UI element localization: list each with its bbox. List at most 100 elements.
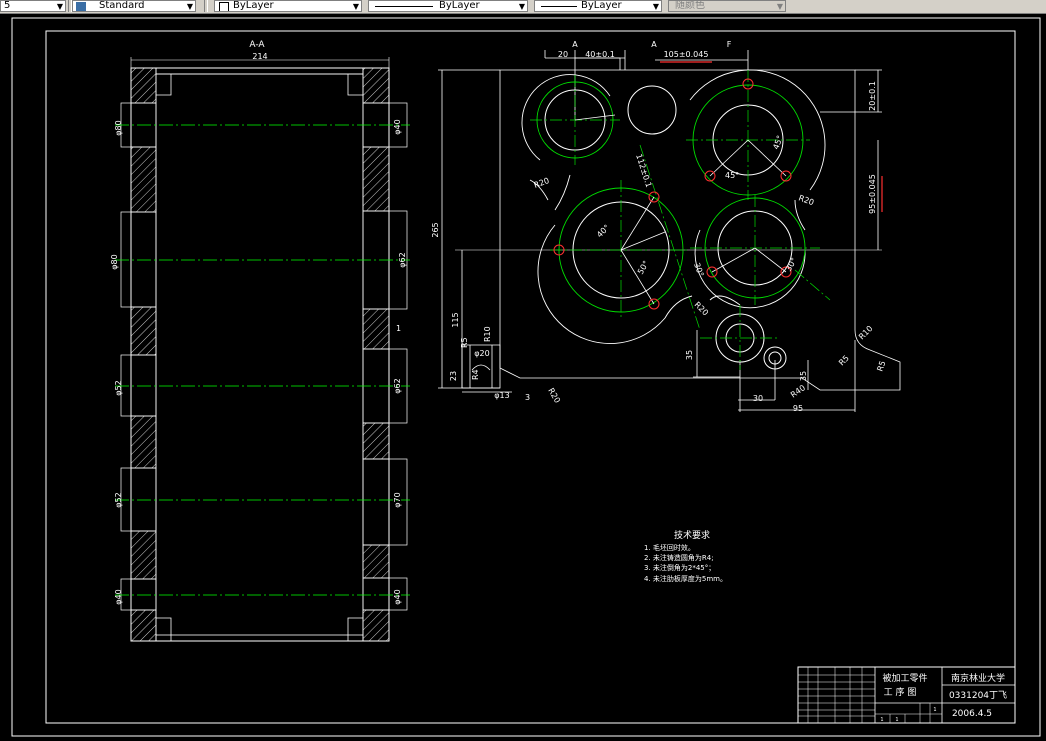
right-small-dim: 1 [396,324,401,333]
tech-req-item: 1. 毛坯回时效。 [644,543,695,552]
text-style-dropdown[interactable]: Standard ▼ [72,0,196,12]
bottom-dim: 30 [753,394,763,403]
section-width-dim: 214 [252,52,267,61]
right-vert-dim: 20±0.1 [868,81,877,111]
angle-label: 30° [784,256,799,273]
student-id: 0331204丁飞 [949,690,1007,701]
bolt-holes [553,78,792,310]
angle-label: 45° [771,134,784,150]
section-view-aa: A-A 214 φ80 φ80 φ52 φ52 φ40 φ40 φ62 φ62 … [110,40,410,642]
properties-toolbar: 5 ▼ Standard ▼ ByLayer ▼ ByLayer ▼ ByLay… [0,0,1046,14]
text-style-icon [76,2,86,11]
radius-label: R20 [533,176,551,190]
top-dim: 105±0.045 [664,50,709,59]
plot-style-dropdown[interactable]: 随颜色 ▼ [668,0,786,12]
right-dim: φ70 [393,492,402,507]
title-small-cell: 1 [933,707,936,713]
radius-label: R5 [837,354,851,368]
drawing-frame [45,30,1016,724]
color-dropdown[interactable]: ByLayer ▼ [214,0,362,12]
left-vert-dim: 23 [449,371,458,381]
section-letter: A [572,40,578,49]
top-dim: 40±0.1 [585,50,615,59]
radius-label: R20 [797,193,815,207]
chevron-down-icon: ▼ [352,2,359,11]
title-small-cell: 1 [895,717,898,723]
first-dropdown-value: 5 [4,0,11,11]
left-vert-dim: 35 [685,350,694,360]
lineweight-value: ByLayer [581,0,622,11]
tech-req-item: 3. 未注倒角为2*45°； [644,563,715,572]
tech-requirements: 技术要求 1. 毛坯回时效。 2. 未注铸造圆角为R4; 3. 未注倒角为2*4… [644,529,727,583]
toolbar-separator [204,0,208,12]
chevron-down-icon: ▼ [186,2,193,11]
drawing-svg: A-A 214 φ80 φ80 φ52 φ52 φ40 φ40 φ62 φ62 … [11,17,1041,737]
diag-dim: 112±0.1 [634,153,653,189]
lineweight-dropdown[interactable]: ByLayer ▼ [534,0,662,12]
tech-req-title: 技术要求 [674,529,710,541]
part-name: 被加工零件 [882,672,927,684]
bore-circles [544,85,793,370]
radius-label: R20 [546,387,562,405]
front-view [438,50,901,412]
left-dim: φ40 [114,589,123,604]
detail-dim: R4 [471,369,480,380]
chevron-down-icon: ▼ [518,2,525,11]
pitch-circles [536,81,806,313]
drawing-type: 工 序 图 [884,686,917,698]
center-lines [530,70,831,370]
linetype-dropdown[interactable]: ByLayer ▼ [368,0,528,12]
right-dim: φ62 [398,252,407,267]
angle-label: 45° [725,171,739,180]
bottom-dim: 3 [525,393,530,402]
radial-lines [574,114,787,305]
color-swatch-icon [219,2,229,11]
right-vert-dim: 95±0.045 [868,174,877,214]
front-view-labels: A A F 20 40±0.1 105±0.045 20±0.1 95±0.04… [431,40,888,413]
bottom-dim: 35 [799,371,808,381]
drawing-date: 2006.4.5 [952,709,992,719]
right-dim: φ40 [393,589,402,604]
left-dim: φ80 [114,120,123,135]
chevron-down-icon: ▼ [652,2,659,11]
detail-dim: R5 [460,337,469,348]
angle-label: 40° [595,223,611,239]
lineweight-preview [541,6,577,7]
angle-label: 50° [636,259,651,276]
top-dim: 20 [558,50,568,59]
section-letter: F [727,40,732,49]
left-dim: φ52 [114,380,123,395]
drawing-canvas[interactable]: A-A 214 φ80 φ80 φ52 φ52 φ40 φ40 φ62 φ62 … [0,14,1046,737]
plot-style-value: 随颜色 [675,0,705,11]
bottom-dim: φ20 [474,349,489,358]
text-style-value: Standard [99,0,145,11]
left-dim: φ80 [110,254,119,269]
chevron-down-icon: ▼ [776,2,783,11]
radius-label: R20 [693,300,711,318]
radius-label: R10 [483,326,492,342]
linetype-preview [375,6,433,7]
left-dim: φ52 [114,492,123,507]
title-block: 被加工零件 工 序 图 南京林业大学 0331204丁飞 2006.4.5 1 … [797,666,1016,724]
left-vert-dim: 115 [451,312,460,327]
radius-label: R40 [789,383,807,399]
school-name: 南京林业大学 [951,672,1005,684]
tech-req-item: 4. 未注肋板厚度为5mm。 [644,574,727,583]
left-vert-dim: 265 [431,222,440,237]
right-dim: φ62 [393,378,402,393]
chevron-down-icon: ▼ [56,2,63,11]
first-dropdown[interactable]: 5 ▼ [0,0,66,12]
section-letter: A [651,40,657,49]
tech-req-item: 2. 未注铸造圆角为R4; [644,553,714,562]
title-small-cell: 1 [880,717,883,723]
color-value: ByLayer [233,0,274,11]
bottom-dim: 95 [793,404,803,413]
section-label: A-A [249,40,265,50]
radius-label: R5 [875,360,887,373]
radius-label: R10 [857,324,875,342]
angle-label: 30° [692,262,705,278]
linetype-value: ByLayer [439,0,480,11]
housing-contour [521,69,826,344]
sheet-border [11,17,1041,737]
right-dim: φ40 [393,119,402,134]
